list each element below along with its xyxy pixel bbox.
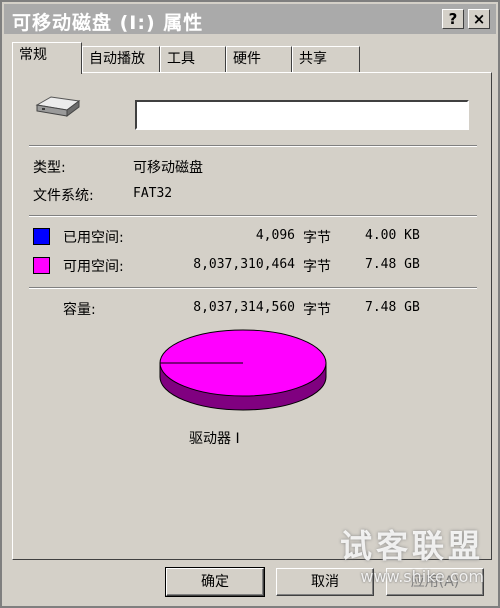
- used-space-label: 已用空间:: [63, 230, 124, 246]
- separator: [29, 145, 477, 147]
- disk-usage-pie: [159, 329, 327, 411]
- free-space-unit: 字节: [303, 259, 331, 275]
- watermark-title: 试客联盟: [339, 527, 484, 565]
- properties-dialog: 可移动磁盘 (I:) 属性 ? × 常规 自动播放 工具 硬件 共享 类型: 可…: [0, 0, 500, 608]
- watermark-url: www.shike.com: [360, 567, 484, 586]
- filesystem-label: 文件系统:: [33, 188, 94, 204]
- tab-general[interactable]: 常规: [12, 42, 82, 74]
- separator: [29, 215, 477, 217]
- used-space-bytes: 4,096: [255, 228, 295, 243]
- used-space-swatch: [33, 228, 50, 245]
- close-button[interactable]: ×: [468, 9, 490, 29]
- tab-hardware[interactable]: 硬件: [226, 46, 292, 72]
- type-label: 类型:: [33, 160, 66, 176]
- capacity-size: 7.48 GB: [365, 300, 420, 315]
- drive-label: 驱动器 I: [189, 431, 240, 447]
- window-title: 可移动磁盘 (I:) 属性: [12, 12, 204, 34]
- type-value: 可移动磁盘: [133, 160, 203, 176]
- tab-tools[interactable]: 工具: [160, 46, 226, 72]
- drive-name-input[interactable]: [135, 100, 469, 130]
- used-space-size: 4.00 KB: [365, 228, 420, 243]
- capacity-unit: 字节: [303, 302, 331, 318]
- help-button[interactable]: ?: [442, 9, 464, 29]
- filesystem-value: FAT32: [133, 186, 173, 201]
- title-bar[interactable]: 可移动磁盘 (I:) 属性 ? ×: [4, 4, 496, 34]
- free-space-label: 可用空间:: [63, 259, 124, 275]
- ok-button[interactable]: 确定: [165, 567, 265, 597]
- tab-autoplay[interactable]: 自动播放: [82, 46, 160, 72]
- capacity-label: 容量:: [63, 302, 96, 318]
- free-space-bytes: 8,037,310,464: [193, 257, 295, 272]
- used-space-unit: 字节: [303, 230, 331, 246]
- general-panel: 类型: 可移动磁盘 文件系统: FAT32 已用空间: 4,096 字节 4.0…: [12, 72, 492, 560]
- removable-drive-icon: [35, 96, 81, 117]
- watermark: 试客联盟 www.shike.com: [340, 521, 484, 586]
- free-space-size: 7.48 GB: [365, 257, 420, 272]
- free-space-swatch: [33, 257, 50, 274]
- tab-sharing[interactable]: 共享: [292, 46, 360, 72]
- separator: [29, 287, 477, 289]
- capacity-bytes: 8,037,314,560: [193, 300, 295, 315]
